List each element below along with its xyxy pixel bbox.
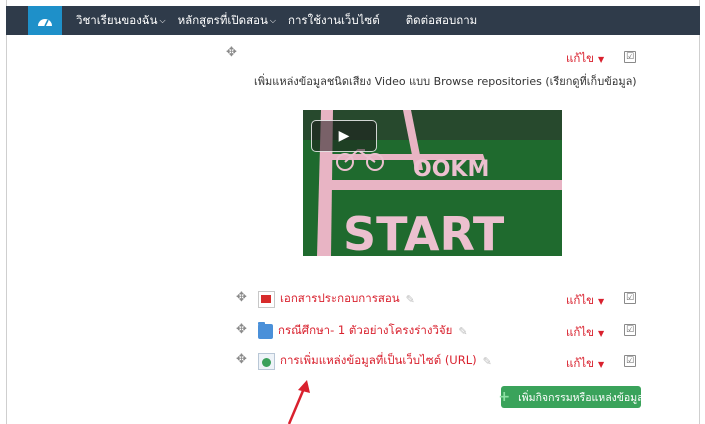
caret-down-icon: ▼ — [598, 55, 605, 64]
nav-my-courses[interactable]: วิชาเรียนของฉัน ⌵ — [76, 12, 166, 30]
move-icon[interactable]: ✥ — [236, 353, 247, 366]
activity-link[interactable]: การเพิ่มแหล่งข้อมูลที่เป็นเว็บไซต์ (URL) — [280, 352, 477, 370]
label-description: เพิ่มแหล่งข้อมูลชนิดเสียง Video แบบ Brow… — [254, 75, 637, 88]
activity-link[interactable]: เอกสารประกอบการสอน — [280, 290, 400, 308]
completion-checkbox[interactable]: ☑ — [624, 355, 636, 367]
nav-open-courses[interactable]: หลักสูตรที่เปิดสอน ⌵ — [178, 12, 276, 30]
activity-item-pdf: เอกสารประกอบการสอน ✎ — [258, 290, 415, 308]
move-icon[interactable]: ✥ — [226, 46, 237, 59]
completion-checkbox[interactable]: ☑ — [624, 51, 636, 63]
top-navbar: วิชาเรียนของฉัน ⌵ หลักสูตรที่เปิดสอน ⌵ ก… — [6, 6, 700, 35]
svg-text:OOKM: OOKM — [413, 157, 489, 182]
pencil-icon[interactable]: ✎ — [406, 293, 415, 306]
nav-my-courses-label: วิชาเรียนของฉัน — [76, 12, 158, 27]
edit-label: แก้ไข — [566, 356, 595, 370]
edit-label: แก้ไข — [566, 325, 595, 339]
nav-contact-label: ติดต่อสอบถาม — [405, 12, 478, 27]
dashboard-icon — [38, 18, 52, 26]
edit-menu-button[interactable]: แก้ไข ▼ — [566, 355, 604, 373]
edit-label: แก้ไข — [566, 293, 595, 307]
edit-menu-button[interactable]: แก้ไข ▼ — [566, 292, 604, 310]
move-icon[interactable]: ✥ — [236, 323, 247, 336]
frame-border-right — [699, 0, 700, 424]
caret-down-icon: ▼ — [598, 297, 605, 306]
play-icon: ▶ — [338, 128, 350, 144]
url-icon — [258, 352, 275, 370]
activity-item-url: การเพิ่มแหล่งข้อมูลที่เป็นเว็บไซต์ (URL)… — [258, 352, 492, 370]
nav-site-usage[interactable]: การใช้งานเว็บไซต์ — [288, 12, 380, 30]
completion-checkbox[interactable]: ☑ — [624, 292, 636, 304]
nav-site-usage-label: การใช้งานเว็บไซต์ — [288, 12, 380, 27]
annotation-arrow — [287, 380, 310, 424]
completion-checkbox[interactable]: ☑ — [624, 324, 636, 336]
nav-contact[interactable]: ติดต่อสอบถาม — [406, 12, 478, 30]
video-player[interactable]: OOKM START ▶ — [303, 110, 562, 256]
move-icon[interactable]: ✥ — [236, 291, 247, 304]
plus-icon: + — [498, 389, 511, 405]
edit-menu-button[interactable]: แก้ไข ▼ — [566, 50, 604, 68]
folder-icon — [258, 321, 273, 339]
pencil-icon[interactable]: ✎ — [458, 325, 467, 338]
nav-open-courses-label: หลักสูตรที่เปิดสอน — [177, 12, 268, 27]
pdf-icon — [258, 290, 275, 308]
add-activity-label: เพิ่มกิจกรรมหรือแหล่งข้อมูล — [518, 391, 644, 404]
pencil-icon[interactable]: ✎ — [483, 355, 492, 368]
caret-down-icon: ▼ — [598, 329, 605, 338]
edit-label: แก้ไข — [566, 51, 595, 65]
add-activity-button[interactable]: + เพิ่มกิจกรรมหรือแหล่งข้อมูล — [498, 386, 644, 408]
chevron-down-icon: ⌵ — [269, 15, 276, 25]
activity-link[interactable]: กรณีศึกษา- 1 ตัวอย่างโครงร่างวิจัย — [278, 322, 452, 340]
frame-border-left — [6, 0, 7, 424]
caret-down-icon: ▼ — [598, 360, 605, 369]
play-button[interactable]: ▶ — [311, 120, 377, 152]
chevron-down-icon: ⌵ — [159, 15, 166, 25]
dashboard-button[interactable] — [28, 6, 62, 35]
edit-menu-button[interactable]: แก้ไข ▼ — [566, 324, 604, 342]
activity-item-folder: กรณีศึกษา- 1 ตัวอย่างโครงร่างวิจัย ✎ — [258, 321, 468, 340]
svg-text:START: START — [343, 207, 505, 256]
